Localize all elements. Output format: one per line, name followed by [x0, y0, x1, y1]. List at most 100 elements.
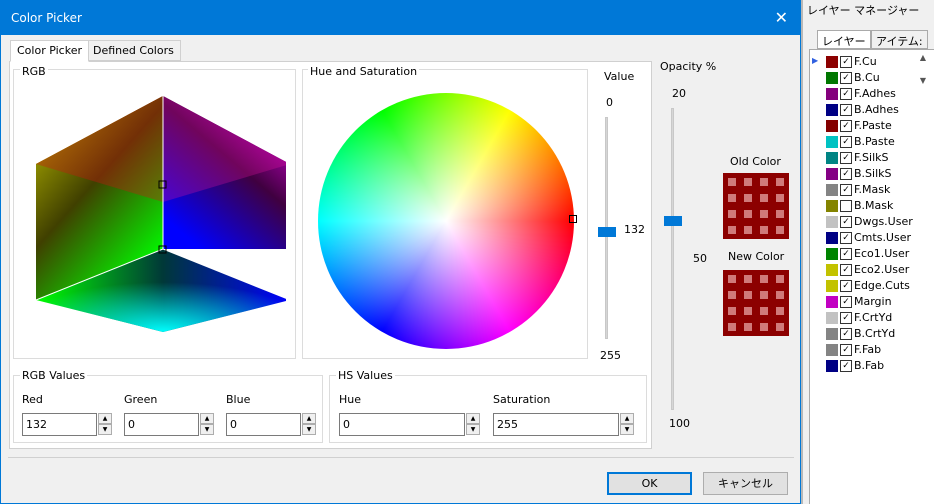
layer-visibility-checkbox[interactable]: ✓	[840, 232, 852, 244]
layer-color-swatch[interactable]	[826, 152, 838, 164]
layer-row[interactable]: ✓ B.CrtYd	[810, 326, 934, 342]
ok-button[interactable]: OK	[607, 472, 692, 495]
close-icon[interactable]: ✕	[775, 8, 788, 27]
layer-row[interactable]: ✓ B.Adhes	[810, 102, 934, 118]
new-color-label: New Color	[728, 250, 785, 263]
blue-input[interactable]: 0	[226, 413, 301, 436]
layer-color-swatch[interactable]	[826, 232, 838, 244]
layer-visibility-checkbox[interactable]: ✓	[840, 184, 852, 196]
layer-visibility-checkbox[interactable]: ✓	[840, 280, 852, 292]
swatch-pattern-dot	[776, 210, 784, 218]
layer-row[interactable]: ✓ F.Adhes	[810, 86, 934, 102]
layer-visibility-checkbox[interactable]: ✓	[840, 152, 852, 164]
layer-visibility-checkbox[interactable]: ✓	[840, 56, 852, 68]
swatch-pattern-dot	[728, 178, 736, 186]
hue-label: Hue	[339, 393, 362, 406]
layer-name: Margin	[854, 295, 892, 308]
layer-row[interactable]: ✓ Edge.Cuts	[810, 278, 934, 294]
layer-visibility-checkbox[interactable]: ✓	[840, 264, 852, 276]
hue-input[interactable]: 0	[339, 413, 465, 436]
swatch-pattern-dot	[728, 291, 736, 299]
layer-row[interactable]: ✓ Margin	[810, 294, 934, 310]
layer-row[interactable]: ✓ Eco1.User	[810, 246, 934, 262]
layer-color-swatch[interactable]	[826, 72, 838, 84]
value-slider-thumb[interactable]	[598, 227, 616, 237]
layer-visibility-checkbox[interactable]: ✓	[840, 312, 852, 324]
layer-color-swatch[interactable]	[826, 360, 838, 372]
layer-row[interactable]: B.Mask	[810, 198, 934, 214]
blue-spinner[interactable]: ▲ ▼	[302, 413, 316, 436]
rgb-cube[interactable]	[26, 92, 286, 336]
layer-row[interactable]: ✓ F.Cu	[810, 54, 934, 70]
layer-row[interactable]: ✓ F.Mask	[810, 182, 934, 198]
layer-row[interactable]: ✓ F.Fab	[810, 342, 934, 358]
opacity-slider-track[interactable]	[671, 108, 674, 410]
layer-visibility-checkbox[interactable]: ✓	[840, 328, 852, 340]
layer-row[interactable]: ✓ B.Cu	[810, 70, 934, 86]
layer-visibility-checkbox[interactable]: ✓	[840, 168, 852, 180]
swatch-pattern-dot	[744, 210, 752, 218]
layer-color-swatch[interactable]	[826, 104, 838, 116]
layer-visibility-checkbox[interactable]: ✓	[840, 360, 852, 372]
tab-items[interactable]: アイテム:	[871, 30, 928, 49]
tab-layers[interactable]: レイヤー	[817, 30, 871, 49]
layer-color-swatch[interactable]	[826, 248, 838, 260]
opacity-slider-thumb[interactable]	[664, 216, 682, 226]
wheel-cursor[interactable]	[569, 215, 577, 223]
layer-visibility-checkbox[interactable]: ✓	[840, 136, 852, 148]
layer-color-swatch[interactable]	[826, 280, 838, 292]
layer-color-swatch[interactable]	[826, 136, 838, 148]
layer-visibility-checkbox[interactable]: ✓	[840, 248, 852, 260]
layer-visibility-checkbox[interactable]: ✓	[840, 120, 852, 132]
layer-visibility-checkbox[interactable]: ✓	[840, 72, 852, 84]
swatch-pattern-dot	[760, 307, 768, 315]
layer-color-swatch[interactable]	[826, 56, 838, 68]
layer-color-swatch[interactable]	[826, 296, 838, 308]
layer-color-swatch[interactable]	[826, 120, 838, 132]
layer-color-swatch[interactable]	[826, 312, 838, 324]
layer-row[interactable]: ✓ Dwgs.User	[810, 214, 934, 230]
layer-row[interactable]: ✓ B.Paste	[810, 134, 934, 150]
red-label: Red	[22, 393, 43, 406]
layer-name: Edge.Cuts	[854, 279, 910, 292]
layer-color-swatch[interactable]	[826, 344, 838, 356]
layer-visibility-checkbox[interactable]	[840, 200, 852, 212]
layer-name: F.Adhes	[854, 87, 896, 100]
footer-separator	[8, 457, 794, 458]
saturation-spinner[interactable]: ▲ ▼	[620, 413, 634, 436]
layer-row[interactable]: ✓ F.CrtYd	[810, 310, 934, 326]
layer-color-swatch[interactable]	[826, 264, 838, 276]
layer-color-swatch[interactable]	[826, 328, 838, 340]
saturation-input[interactable]: 255	[493, 413, 619, 436]
hue-spinner[interactable]: ▲ ▼	[466, 413, 480, 436]
layer-color-swatch[interactable]	[826, 216, 838, 228]
layer-visibility-checkbox[interactable]: ✓	[840, 296, 852, 308]
layer-color-swatch[interactable]	[826, 200, 838, 212]
layer-name: B.Cu	[854, 71, 880, 84]
swatch-pattern-dot	[776, 323, 784, 331]
cancel-button[interactable]: キャンセル	[703, 472, 788, 495]
layer-row[interactable]: ✓ F.SilkS	[810, 150, 934, 166]
layer-color-swatch[interactable]	[826, 168, 838, 180]
color-picker-panel: RGB Hue and Saturation Value 0 132 255 R…	[9, 61, 652, 449]
layer-color-swatch[interactable]	[826, 88, 838, 100]
layer-visibility-checkbox[interactable]: ✓	[840, 344, 852, 356]
layer-row[interactable]: ✓ B.SilkS	[810, 166, 934, 182]
title-bar: Color Picker ✕	[1, 1, 800, 35]
layer-row[interactable]: ✓ F.Paste	[810, 118, 934, 134]
layer-row[interactable]: ✓ Cmts.User	[810, 230, 934, 246]
layer-visibility-checkbox[interactable]: ✓	[840, 88, 852, 100]
red-input[interactable]: 132	[22, 413, 97, 436]
red-spinner[interactable]: ▲ ▼	[98, 413, 112, 436]
tab-defined-colors[interactable]: Defined Colors	[86, 40, 181, 61]
tab-color-picker[interactable]: Color Picker	[10, 40, 89, 62]
layer-row[interactable]: ✓ B.Fab	[810, 358, 934, 374]
layer-row[interactable]: ✓ Eco2.User	[810, 262, 934, 278]
layer-visibility-checkbox[interactable]: ✓	[840, 216, 852, 228]
layer-color-swatch[interactable]	[826, 184, 838, 196]
green-spinner[interactable]: ▲ ▼	[200, 413, 214, 436]
rgb-label: RGB	[20, 65, 48, 78]
layer-name: B.Paste	[854, 135, 895, 148]
green-input[interactable]: 0	[124, 413, 199, 436]
layer-visibility-checkbox[interactable]: ✓	[840, 104, 852, 116]
